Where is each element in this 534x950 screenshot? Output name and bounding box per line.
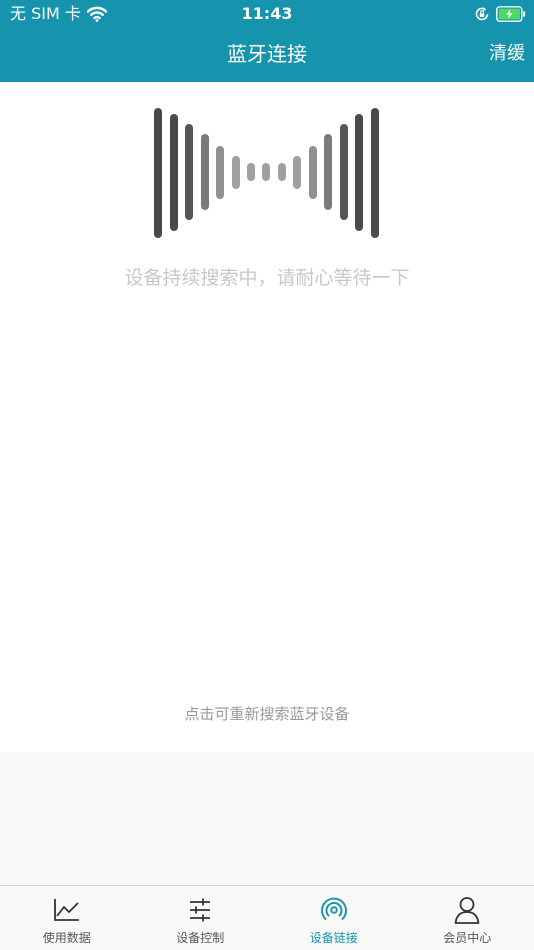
tab-member-center[interactable]: 会员中心 [401,886,534,950]
tab-label: 设备控制 [176,931,225,945]
tab-usage-data[interactable]: 使用数据 [0,886,134,950]
battery-charging-icon [496,6,526,22]
user-icon [454,897,480,924]
sliders-icon [190,898,211,922]
main-content: 设备持续搜索中，请耐心等待一下 点击可重新搜索蓝牙设备 [0,82,534,752]
tab-label: 会员中心 [443,931,492,945]
bottom-spacer [0,752,534,885]
tab-label: 使用数据 [42,931,91,945]
status-bar: 无 SIM 卡 11:43 [0,0,534,28]
tab-device-control[interactable]: 设备控制 [134,886,268,950]
rescan-button[interactable]: 点击可重新搜索蓝牙设备 [0,702,534,726]
bluetooth-signal-icon [320,897,347,920]
header: 无 SIM 卡 11:43 蓝牙连接 清缓 [0,0,534,82]
orientation-lock-icon [475,7,489,21]
status-time: 11:43 [241,4,293,23]
clear-cache-button[interactable]: 清缓 [489,41,525,67]
bluetooth-search-wave-icon [154,108,379,238]
tab-bar: 使用数据 设备控制 设备链接 会员中心 [0,885,534,950]
status-right [474,4,526,24]
search-status-text: 设备持续搜索中，请耐心等待一下 [124,267,410,289]
bluetooth-connect-screen: 无 SIM 卡 11:43 蓝牙连接 清缓 设备持续搜索中，请耐心等待一下 点击… [0,0,534,950]
tab-label: 设备链接 [309,931,358,945]
tab-device-link[interactable]: 设备链接 [267,886,401,950]
line-chart-icon [53,899,79,921]
page-title: 蓝牙连接 [227,42,307,66]
